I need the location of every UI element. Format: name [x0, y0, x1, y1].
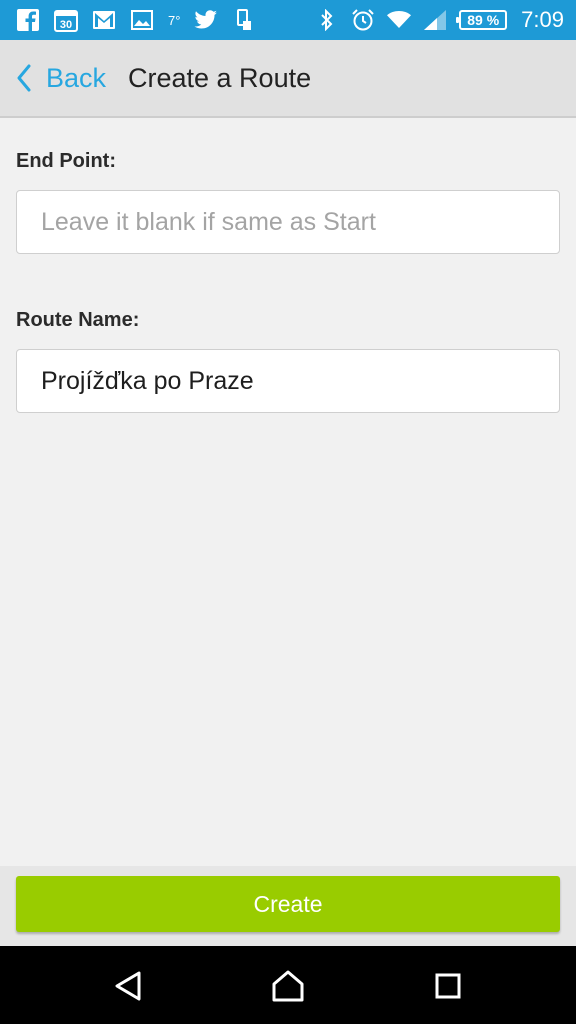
battery-indicator: 89 %	[456, 10, 508, 30]
phone-icon	[232, 8, 256, 32]
back-button[interactable]: Back	[16, 40, 106, 116]
calendar-icon: 30	[54, 8, 78, 32]
temperature-text: 7°	[168, 12, 181, 28]
status-notifications: 30 7°	[16, 0, 256, 40]
gallery-icon	[130, 8, 154, 32]
end-point-label: End Point:	[16, 150, 116, 172]
app-header: Back Create a Route	[0, 40, 576, 118]
status-bar: 30 7° 89 % 7:09	[0, 0, 576, 40]
nav-home-button[interactable]	[268, 966, 308, 1006]
status-system: 89 % 7:09	[315, 0, 564, 40]
home-icon	[272, 970, 304, 1002]
recents-icon	[435, 973, 461, 999]
signal-icon	[423, 8, 447, 32]
route-name-label: Route Name:	[16, 309, 140, 331]
navigation-bar	[0, 946, 576, 1024]
nav-recents-button[interactable]	[428, 966, 468, 1006]
clock-text: 7:09	[521, 7, 564, 32]
chevron-left-icon	[17, 64, 31, 92]
back-label: Back	[46, 62, 107, 93]
end-point-input[interactable]	[16, 190, 560, 254]
route-name-input[interactable]	[16, 349, 560, 413]
battery-text: 89 %	[467, 12, 500, 28]
nav-back-button[interactable]	[108, 966, 148, 1006]
facebook-icon	[16, 8, 40, 32]
svg-text:30: 30	[60, 19, 72, 31]
back-triangle-icon	[115, 971, 141, 1001]
gmail-icon	[92, 8, 116, 32]
bluetooth-icon	[315, 8, 339, 32]
alarm-icon	[351, 8, 375, 32]
twitter-icon	[194, 8, 218, 32]
wifi-icon	[387, 8, 412, 32]
bottom-action-bar: Create	[0, 866, 576, 946]
page-title: Create a Route	[128, 62, 312, 93]
create-button[interactable]: Create	[16, 876, 560, 932]
